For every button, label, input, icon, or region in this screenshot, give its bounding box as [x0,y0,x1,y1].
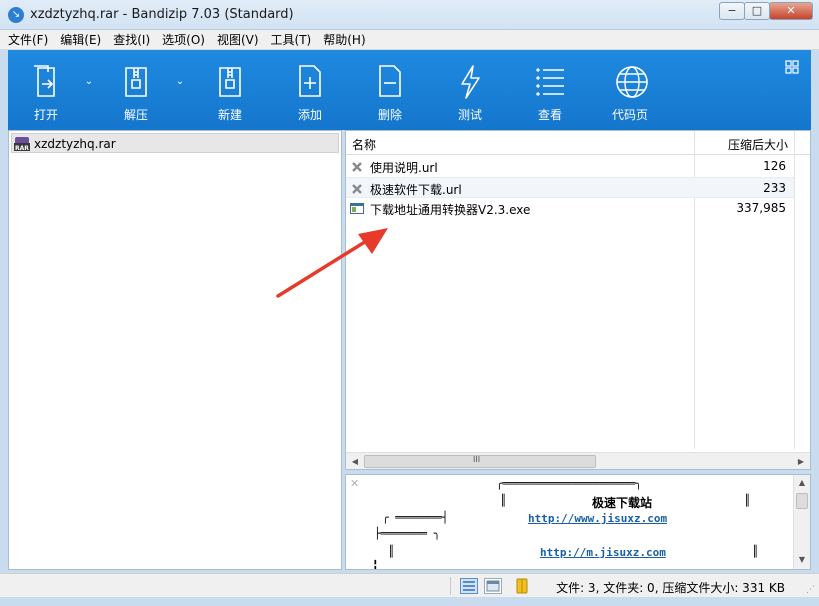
lightning-icon [461,65,480,99]
globe-icon [616,66,648,98]
test-button[interactable]: 测试 [432,50,508,130]
column-divider [794,131,795,449]
delete-button[interactable]: 删除 [352,50,428,130]
resize-grip-icon[interactable]: ⋰ [806,585,815,595]
layout-grid-icon[interactable] [785,60,799,74]
file-name: 极速软件下载.url [370,183,462,197]
menu-options[interactable]: 选项(O) [162,31,205,48]
test-label: 测试 [457,108,482,122]
file-size: 126 [763,159,786,173]
open-dropdown-chevron-icon[interactable]: ⌄ [82,76,96,90]
ascii-border: ║ [500,494,507,507]
file-size: 337,985 [736,201,786,215]
extract-button[interactable]: 解压 [98,50,174,130]
toolbar: 打开 ⌄ 解压 ⌄ 新建 添加 删除 测试 查看 代码页 [8,50,811,130]
extract-zipper-icon [125,67,147,97]
menu-help[interactable]: 帮助(H) [323,31,365,48]
column-header-size[interactable]: 压缩后大小 [728,136,788,153]
url-shortcut-icon [352,162,362,172]
red-pointer-arrow [276,228,388,298]
menu-bar: 文件(F) 编辑(E) 查找(I) 选项(O) 视图(V) 工具(T) 帮助(H… [0,30,819,50]
column-header-name[interactable]: 名称 [352,136,376,153]
website-link[interactable]: http://www.jisuxz.com [528,512,667,525]
open-icon [34,65,55,97]
close-button[interactable]: ✕ [769,2,813,20]
add-label: 添加 [297,108,322,122]
status-bar: 文件: 3, 文件夹: 0, 压缩文件大小: 331 KB ⋰ [0,573,819,597]
scroll-grip: III [473,455,481,464]
scroll-up-arrow-icon[interactable]: ▲ [796,478,808,490]
file-name: 使用说明.url [370,161,438,175]
new-label: 新建 [217,108,242,122]
new-archive-icon [219,67,241,97]
codepage-label: 代码页 [611,108,648,122]
url-shortcut-icon [352,184,362,194]
mobile-site-link[interactable]: http://m.jisuxz.com [540,546,666,559]
archive-comment-pane: ✕ ╭════════════════════╮ ║ 极速下载站 ║ ╭ ═══… [345,474,811,570]
menu-view[interactable]: 视图(V) [217,31,259,48]
view-label: 查看 [537,108,562,122]
status-divider [450,577,451,595]
ascii-border: ║ [744,494,751,507]
list-view-icon [536,68,564,96]
extract-label: 解压 [123,108,148,122]
scrollbar-thumb[interactable]: III [364,455,596,468]
extract-dropdown-chevron-icon[interactable]: ⌄ [173,76,187,90]
details-view-icon[interactable] [460,578,478,594]
ascii-border: ╏ [372,559,379,570]
ascii-border: ║ [388,545,395,558]
status-summary: 文件: 3, 文件夹: 0, 压缩文件大小: 331 KB [556,581,785,595]
ascii-border: ╭════════════════════╮ [496,477,642,490]
table-row[interactable]: 使用说明.url 126 [346,156,794,177]
ascii-border: ╭ ═══════┤ [382,511,449,524]
preview-pane-icon[interactable] [484,578,502,594]
menu-find[interactable]: 查找(I) [113,31,150,48]
vertical-scrollbar[interactable]: ▲ ▼ [793,475,810,569]
table-row[interactable]: 极速软件下载.url 233 [346,177,794,198]
delete-file-icon [379,65,401,97]
add-button[interactable]: 添加 [272,50,348,130]
scroll-left-arrow-icon[interactable]: ◀ [348,455,362,468]
file-size: 233 [763,181,786,195]
menu-tools[interactable]: 工具(T) [271,31,312,48]
archive-folder-icon[interactable] [514,578,530,594]
ascii-border: ├═══════ ╮ [374,527,441,540]
minimize-button[interactable]: − [719,2,745,20]
title-bar: ↘ xzdztyzhq.rar - Bandizip 7.03 (Standar… [0,0,819,30]
tree-item-archive[interactable]: RAR xzdztyzhq.rar [11,133,339,153]
file-name: 下载地址通用转换器V2.3.exe [370,203,531,217]
view-button[interactable]: 查看 [512,50,588,130]
open-label: 打开 [33,108,58,122]
folder-tree-pane: RAR xzdztyzhq.rar [8,130,342,570]
ascii-border: ║ [752,545,759,558]
new-archive-button[interactable]: 新建 [192,50,268,130]
bandizip-app-icon: ↘ [8,7,24,23]
menu-edit[interactable]: 编辑(E) [60,31,101,48]
menu-file[interactable]: 文件(F) [8,31,48,48]
svg-text:RAR: RAR [15,145,29,151]
delete-label: 删除 [377,108,402,122]
window-title: xzdztyzhq.rar - Bandizip 7.03 (Standard) [30,7,294,22]
scrollbar-thumb[interactable] [796,493,808,509]
scroll-down-arrow-icon[interactable]: ▼ [796,555,808,567]
horizontal-scrollbar[interactable]: ◀ III ▶ [346,452,810,469]
scroll-right-arrow-icon[interactable]: ▶ [794,455,808,468]
codepage-button[interactable]: 代码页 [592,50,668,130]
table-row[interactable]: 下载地址通用转换器V2.3.exe 337,985 [346,198,794,219]
window-controls: − □ ✕ [719,2,813,20]
exe-window-icon [350,203,364,214]
tree-archive-label: xzdztyzhq.rar [34,137,116,151]
add-file-icon [299,65,321,97]
close-preview-icon[interactable]: ✕ [350,477,359,490]
comment-title: 极速下载站 [592,496,653,510]
rar-archive-icon: RAR [14,137,30,151]
file-list-pane: 名称 压缩后大小 使用说明.url 126 极速软件下载.url 233 下载地… [345,130,811,470]
maximize-button[interactable]: □ [744,2,770,20]
file-list-header: 名称 压缩后大小 [346,131,810,155]
open-button[interactable]: 打开 [8,50,84,130]
